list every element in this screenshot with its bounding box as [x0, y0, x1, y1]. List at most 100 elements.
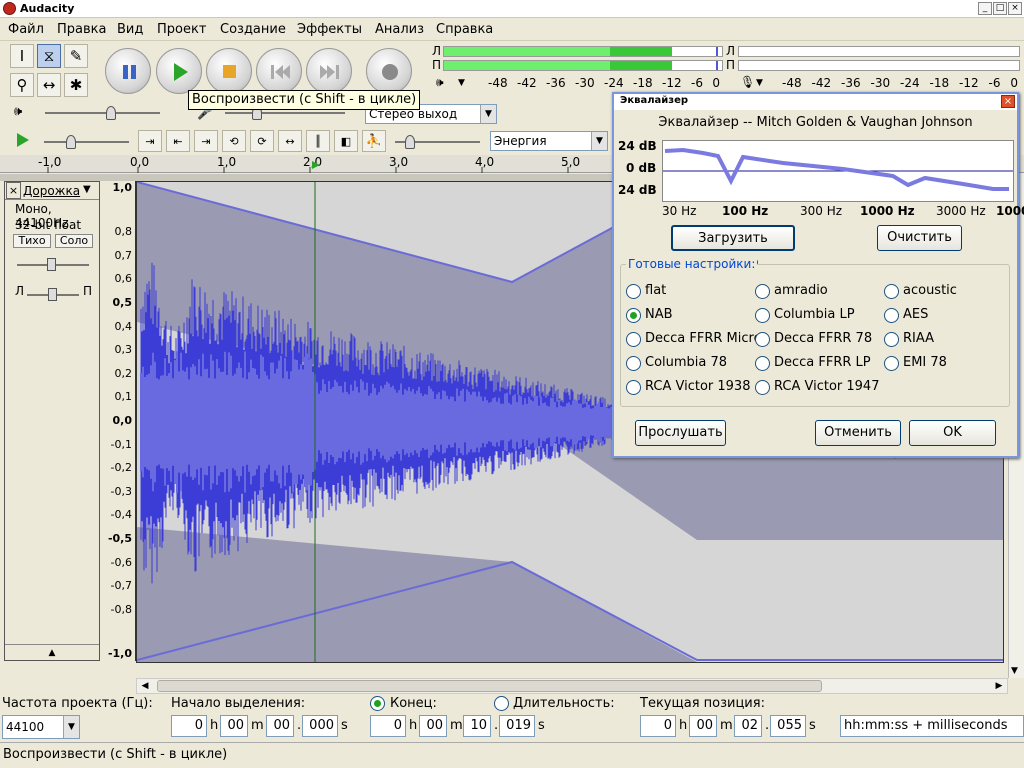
cut-preview-icon[interactable]: ⇥: [138, 130, 162, 152]
pan-slider-thumb[interactable]: [48, 288, 57, 301]
track-name-menu[interactable]: Дорожка: [23, 184, 80, 198]
preset-radio-decca-ffrr-78[interactable]: [755, 332, 770, 347]
gain-slider-thumb[interactable]: [47, 258, 56, 271]
menu-file[interactable]: Файл: [8, 22, 44, 37]
position-hours-field[interactable]: 0: [640, 715, 676, 737]
zoom-in-icon[interactable]: ↔: [278, 130, 302, 152]
stop-button[interactable]: [206, 48, 252, 94]
end-radio[interactable]: [370, 696, 385, 711]
record-icon: [382, 64, 398, 80]
solo-button[interactable]: Соло: [55, 234, 93, 248]
zoom-out-icon[interactable]: ║: [306, 130, 330, 152]
skip-start-button[interactable]: [256, 48, 302, 94]
project-rate-select[interactable]: 44100 ▼: [2, 715, 80, 739]
preset-radio-emi-78[interactable]: [884, 356, 899, 371]
amplitude-tick-label: 0,8: [114, 225, 133, 239]
chevron-down-icon[interactable]: ▼: [83, 184, 91, 195]
preset-label: flat: [645, 283, 667, 298]
preset-radio-riaa[interactable]: [884, 332, 899, 347]
preview-button[interactable]: Прослушать: [635, 420, 726, 446]
unit-label: .: [297, 718, 302, 733]
position-ms-field[interactable]: 055: [770, 715, 806, 737]
preset-radio-columbia-78[interactable]: [626, 356, 641, 371]
zoom-tool-icon[interactable]: ⚲: [10, 73, 34, 97]
position-minutes-field[interactable]: 00: [689, 715, 717, 737]
start-ms-field[interactable]: 000: [302, 715, 338, 737]
fit-project-icon[interactable]: ⛹: [362, 130, 386, 152]
mute-button[interactable]: Тихо: [13, 234, 51, 248]
preset-radio-flat[interactable]: [626, 284, 641, 299]
position-seconds-field[interactable]: 02: [734, 715, 762, 737]
load-curve-button[interactable]: Загрузить кривую: [671, 225, 795, 270]
cancel-button[interactable]: Отменить: [815, 420, 901, 446]
menu-edit[interactable]: Правка: [57, 22, 106, 37]
output-volume-slider[interactable]: [45, 112, 160, 114]
horizontal-scrollbar[interactable]: ◀ ▶: [136, 678, 1008, 694]
fit-selection-icon[interactable]: ◧: [334, 130, 358, 152]
chevron-down-icon[interactable]: ▼: [458, 78, 465, 88]
preset-radio-rca-victor-1947[interactable]: [755, 380, 770, 395]
scroll-right-icon: ▶: [995, 681, 1003, 691]
start-hours-field[interactable]: 0: [171, 715, 207, 737]
skip-end-button[interactable]: [306, 48, 352, 94]
selection-tool-icon[interactable]: I: [10, 44, 34, 68]
start-seconds-field[interactable]: 00: [266, 715, 294, 737]
play-button[interactable]: [156, 48, 202, 94]
length-radio[interactable]: [494, 696, 509, 711]
menu-analyze[interactable]: Анализ: [375, 22, 424, 37]
trim-icon[interactable]: ⇤: [166, 130, 190, 152]
track-close-icon[interactable]: ×: [6, 182, 21, 199]
meter-slider-thumb[interactable]: [405, 135, 415, 149]
preset-radio-decca-ffrr-lp[interactable]: [755, 356, 770, 371]
record-button[interactable]: [366, 48, 412, 94]
preset-radio-amradio[interactable]: [755, 284, 770, 299]
close-icon[interactable]: ×: [1008, 2, 1022, 15]
end-minutes-field[interactable]: 00: [419, 715, 447, 737]
menu-generate[interactable]: Создание: [220, 22, 286, 37]
play-speed-slider[interactable]: [44, 141, 129, 143]
multi-tool-icon[interactable]: ✱: [64, 73, 88, 97]
menu-effects[interactable]: Эффекты: [297, 22, 362, 37]
play-at-speed-button[interactable]: [10, 130, 34, 152]
collapse-track-icon[interactable]: ▲: [5, 644, 99, 660]
unit-label: s: [809, 718, 816, 733]
preset-radio-acoustic[interactable]: [884, 284, 899, 299]
start-minutes-field[interactable]: 00: [220, 715, 248, 737]
maximize-icon[interactable]: □: [993, 2, 1007, 15]
unit-label: .: [765, 718, 770, 733]
timeshift-tool-icon[interactable]: ↔: [37, 73, 61, 97]
output-volume-thumb[interactable]: [106, 106, 116, 120]
pause-button[interactable]: [105, 48, 151, 94]
undo-icon[interactable]: ⟲: [222, 130, 246, 152]
play-meter-left: [443, 46, 723, 57]
eq-curve-graph[interactable]: [662, 140, 1014, 202]
input-volume-slider[interactable]: [225, 112, 345, 114]
redo-icon[interactable]: ⟳: [250, 130, 274, 152]
menu-view[interactable]: Вид: [117, 22, 143, 37]
preset-radio-nab[interactable]: [626, 308, 641, 323]
timeline-ticks: [47, 167, 569, 173]
menu-help[interactable]: Справка: [436, 22, 493, 37]
envelope-tool-icon[interactable]: ⧖: [37, 44, 61, 68]
ok-button[interactable]: OK: [909, 420, 996, 446]
track-sample-format: 32-bit float: [15, 218, 82, 232]
meter-type-select[interactable]: Энергия ▼: [490, 131, 608, 151]
close-icon[interactable]: ×: [1001, 95, 1015, 108]
end-ms-field[interactable]: 019: [499, 715, 535, 737]
preset-radio-decca-ffrr-micro[interactable]: [626, 332, 641, 347]
minimize-icon[interactable]: _: [978, 2, 992, 15]
preset-radio-columbia-lp[interactable]: [755, 308, 770, 323]
chevron-down-icon[interactable]: ▼: [756, 78, 763, 88]
play-speed-thumb[interactable]: [66, 135, 76, 149]
clear-button[interactable]: Очистить: [877, 225, 962, 251]
menu-project[interactable]: Проект: [157, 22, 206, 37]
silence-icon[interactable]: ⇥: [194, 130, 218, 152]
end-hours-field[interactable]: 0: [370, 715, 406, 737]
time-format-select[interactable]: hh:mm:ss + milliseconds: [840, 715, 1024, 737]
preset-radio-aes[interactable]: [884, 308, 899, 323]
preset-radio-rca-victor-1938[interactable]: [626, 380, 641, 395]
project-rate-label: Частота проекта (Гц):: [2, 696, 153, 711]
amplitude-tick-label: 0,4: [114, 319, 133, 333]
draw-tool-icon[interactable]: ✎: [64, 44, 88, 68]
end-seconds-field[interactable]: 10: [463, 715, 491, 737]
